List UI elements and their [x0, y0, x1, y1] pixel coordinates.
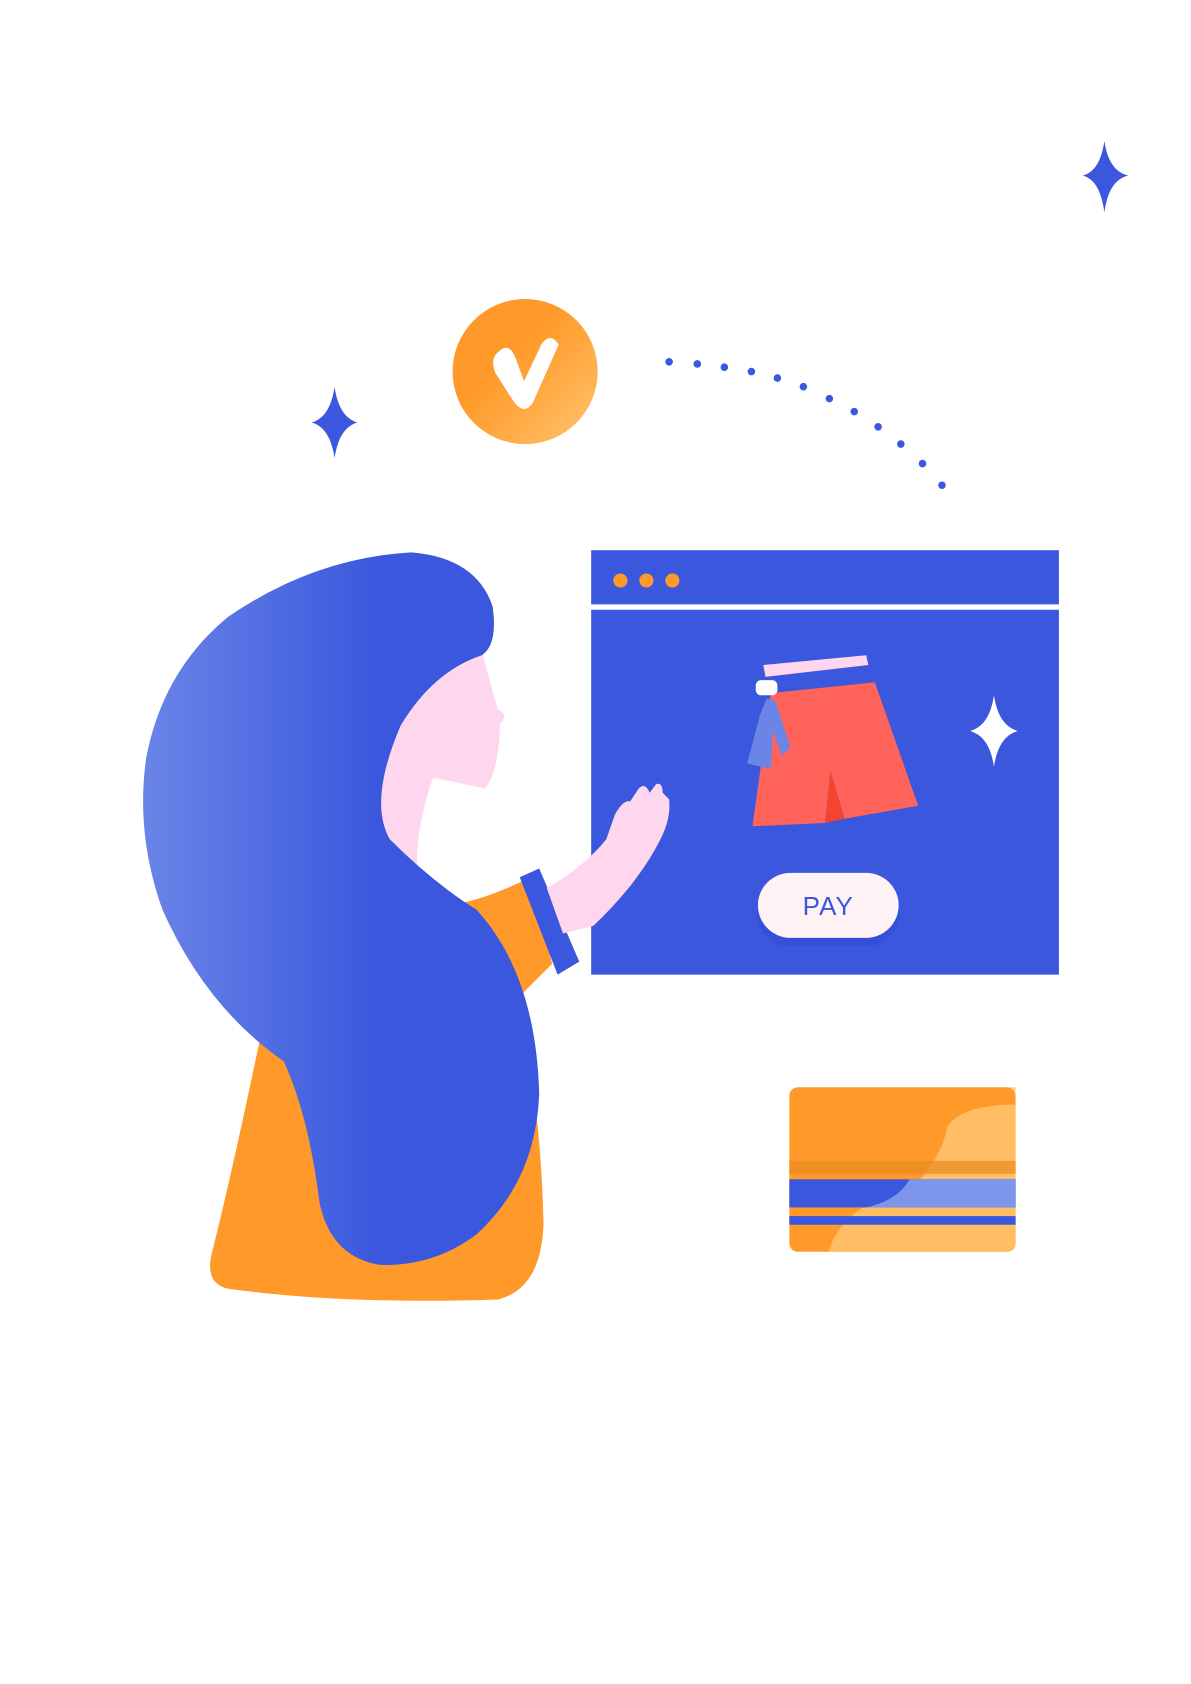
credit-card-icon: [789, 1087, 1016, 1252]
checkmark-badge-icon: [452, 299, 598, 445]
window-titlebar: [591, 550, 1059, 605]
illustration-svg: PAY: [143, 140, 1129, 1301]
sparkle-icon: [1082, 140, 1129, 213]
person-figure: [143, 552, 670, 1301]
pay-button-label: PAY: [803, 891, 854, 921]
payment-illustration: PAY: [0, 0, 1191, 1684]
pay-button[interactable]: PAY: [756, 872, 900, 947]
dotted-path: [665, 358, 946, 490]
sparkle-icon: [311, 386, 358, 459]
browser-window: PAY: [591, 550, 1059, 975]
window-dots-icon: [613, 573, 680, 588]
